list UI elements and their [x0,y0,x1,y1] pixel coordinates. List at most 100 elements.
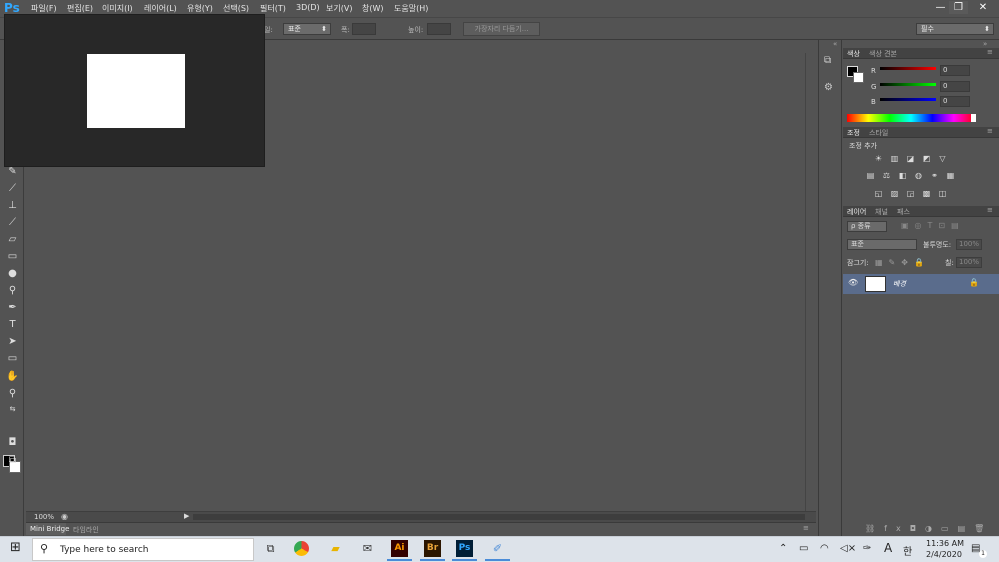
background-color-swatch[interactable] [853,72,864,83]
type-tool-icon[interactable]: T [5,318,20,331]
red-value-field[interactable]: 0 [940,65,970,76]
history-brush-icon[interactable]: ⟋ [5,216,20,229]
minimize-button[interactable]: — [931,1,950,14]
mail-icon[interactable]: ✉ [359,540,376,557]
panel-menu-icon[interactable]: ≡ [987,127,993,135]
height-field[interactable] [427,23,451,35]
style-dropdown[interactable]: 표준 ⬍ [283,23,331,35]
refine-edge-button[interactable]: 가장자리 다듬기... [463,22,540,36]
tab-timeline[interactable]: 타임라인 [73,525,99,535]
expand-icon[interactable]: « [833,40,837,48]
workspace-dropdown[interactable]: 필수 ⬍ [916,23,994,35]
channel-mixer-icon[interactable]: ⚭ [929,171,940,181]
red-slider[interactable] [880,67,936,70]
menu-file[interactable]: 파일(F) [31,3,57,14]
posterize-icon[interactable]: ▨ [889,189,900,199]
battery-icon[interactable]: ▭ [799,543,808,554]
color-spectrum-bar[interactable] [847,114,975,122]
menu-window[interactable]: 창(W) [362,3,384,14]
panel-menu-icon[interactable]: ≡ [987,206,993,214]
width-field[interactable] [352,23,376,35]
exposure-icon[interactable]: ◩ [921,154,932,164]
bridge-icon[interactable]: Br [424,540,441,557]
green-slider[interactable] [880,83,936,86]
layer-name[interactable]: 배경 [893,279,906,289]
threshold-icon[interactable]: ◲ [905,189,916,199]
windows-start-icon[interactable]: ⊞ [10,541,24,555]
tab-styles[interactable]: 스타일 [869,128,888,138]
layer-filter-dropdown[interactable]: ρ 종류 [847,221,887,232]
close-button[interactable]: ✕ [972,1,994,14]
vibrance-icon[interactable]: ▽ [937,154,948,164]
tab-layers[interactable]: 레이어 [847,207,866,217]
clock-date[interactable]: 2/4/2020 [926,550,962,559]
illustrator-icon[interactable]: Ai [391,540,408,557]
menu-layer[interactable]: 레이어(L) [144,3,177,14]
paint-icon[interactable]: ✐ [489,540,506,557]
pen-icon[interactable]: ✒ [5,301,20,314]
language-label[interactable]: 한 [903,543,912,558]
eye-icon[interactable]: 👁 [848,278,858,287]
photoshop-icon[interactable]: Ps [456,540,473,557]
tab-adjustments[interactable]: 조정 [847,128,860,138]
file-explorer-icon[interactable]: ▰ [327,540,344,557]
menu-filter[interactable]: 필터(T) [260,3,286,14]
gradient-icon[interactable]: ▭ [5,250,20,263]
selective-color-icon[interactable]: ◫ [937,189,948,199]
volume-muted-icon[interactable]: ◁× [840,543,856,554]
task-view-icon[interactable]: ⧉ [262,540,279,557]
clone-stamp-icon[interactable]: ⊥ [5,199,20,212]
spectrum-white-swatch[interactable] [971,114,976,122]
brush-icon[interactable]: ⟋ [5,182,20,195]
zoom-level[interactable]: 100% [34,513,54,521]
triangle-right-icon[interactable]: ▶ [184,512,189,520]
tab-mini-bridge[interactable]: Mini Bridge [26,523,69,535]
document-thumbnail[interactable] [87,54,185,128]
layer-actions-icons[interactable]: ⛓fx◘◑▭▤🗑 [865,524,993,533]
menu-select[interactable]: 선택(S) [223,3,249,14]
eraser-icon[interactable]: ▱ [5,233,20,246]
dodge-icon[interactable]: ⚲ [5,284,20,297]
hand-icon[interactable]: ✋ [5,370,20,383]
tab-paths[interactable]: 패스 [897,207,910,217]
tab-channels[interactable]: 채널 [875,207,888,217]
blue-value-field[interactable]: 0 [940,96,970,107]
blend-mode-dropdown[interactable]: 표준 [847,239,917,250]
swap-colors-icon[interactable]: ⇆ [5,403,20,416]
blue-slider[interactable] [880,98,936,101]
wifi-icon[interactable]: ◠ [820,543,829,554]
screen-mode-icon[interactable]: ⧉ [5,454,20,467]
taskbar-search-box[interactable]: ⚲ Type here to search [32,538,254,561]
menu-type[interactable]: 유형(Y) [187,3,213,14]
levels-icon[interactable]: ▥ [889,154,900,164]
vertical-scrollbar[interactable] [805,53,815,511]
fill-field[interactable]: 100% [956,257,982,268]
opacity-field[interactable]: 100% [956,239,982,250]
curves-icon[interactable]: ◪ [905,154,916,164]
hue-saturation-icon[interactable]: ▤ [865,171,876,181]
layer-row[interactable]: 👁 배경 🔒 [843,274,999,294]
menu-view[interactable]: 보기(V) [326,3,352,14]
tab-swatches[interactable]: 색상 견본 [869,49,897,59]
blur-icon[interactable]: ● [5,267,20,280]
ime-mode-label[interactable]: A [884,541,892,555]
gradient-map-icon[interactable]: ▩ [921,189,932,199]
menu-edit[interactable]: 편집(E) [67,3,93,14]
lock-options-icons[interactable]: ▦✎✥🔒 [875,258,930,267]
tab-color[interactable]: 색상 [847,49,860,59]
chevron-up-icon[interactable]: ⌃ [779,543,787,554]
color-lookup-icon[interactable]: ▦ [945,171,956,181]
zoom-icon[interactable]: ⚲ [5,387,20,400]
panel-menu-icon[interactable]: ≡ [803,524,809,532]
history-icon[interactable]: ⧉ [824,55,831,66]
brightness-icon[interactable]: ☀ [873,154,884,164]
properties-icon[interactable]: ⚙ [824,82,833,93]
black-white-icon[interactable]: ◧ [897,171,908,181]
menu-3d[interactable]: 3D(D) [296,3,320,12]
color-balance-icon[interactable]: ⚖ [881,171,892,181]
clock-time[interactable]: 11:36 AM [926,539,964,548]
photo-filter-icon[interactable]: ◍ [913,171,924,181]
pen-icon[interactable]: ✑ [863,543,871,554]
panel-menu-icon[interactable]: ≡ [987,48,993,56]
green-value-field[interactable]: 0 [940,81,970,92]
